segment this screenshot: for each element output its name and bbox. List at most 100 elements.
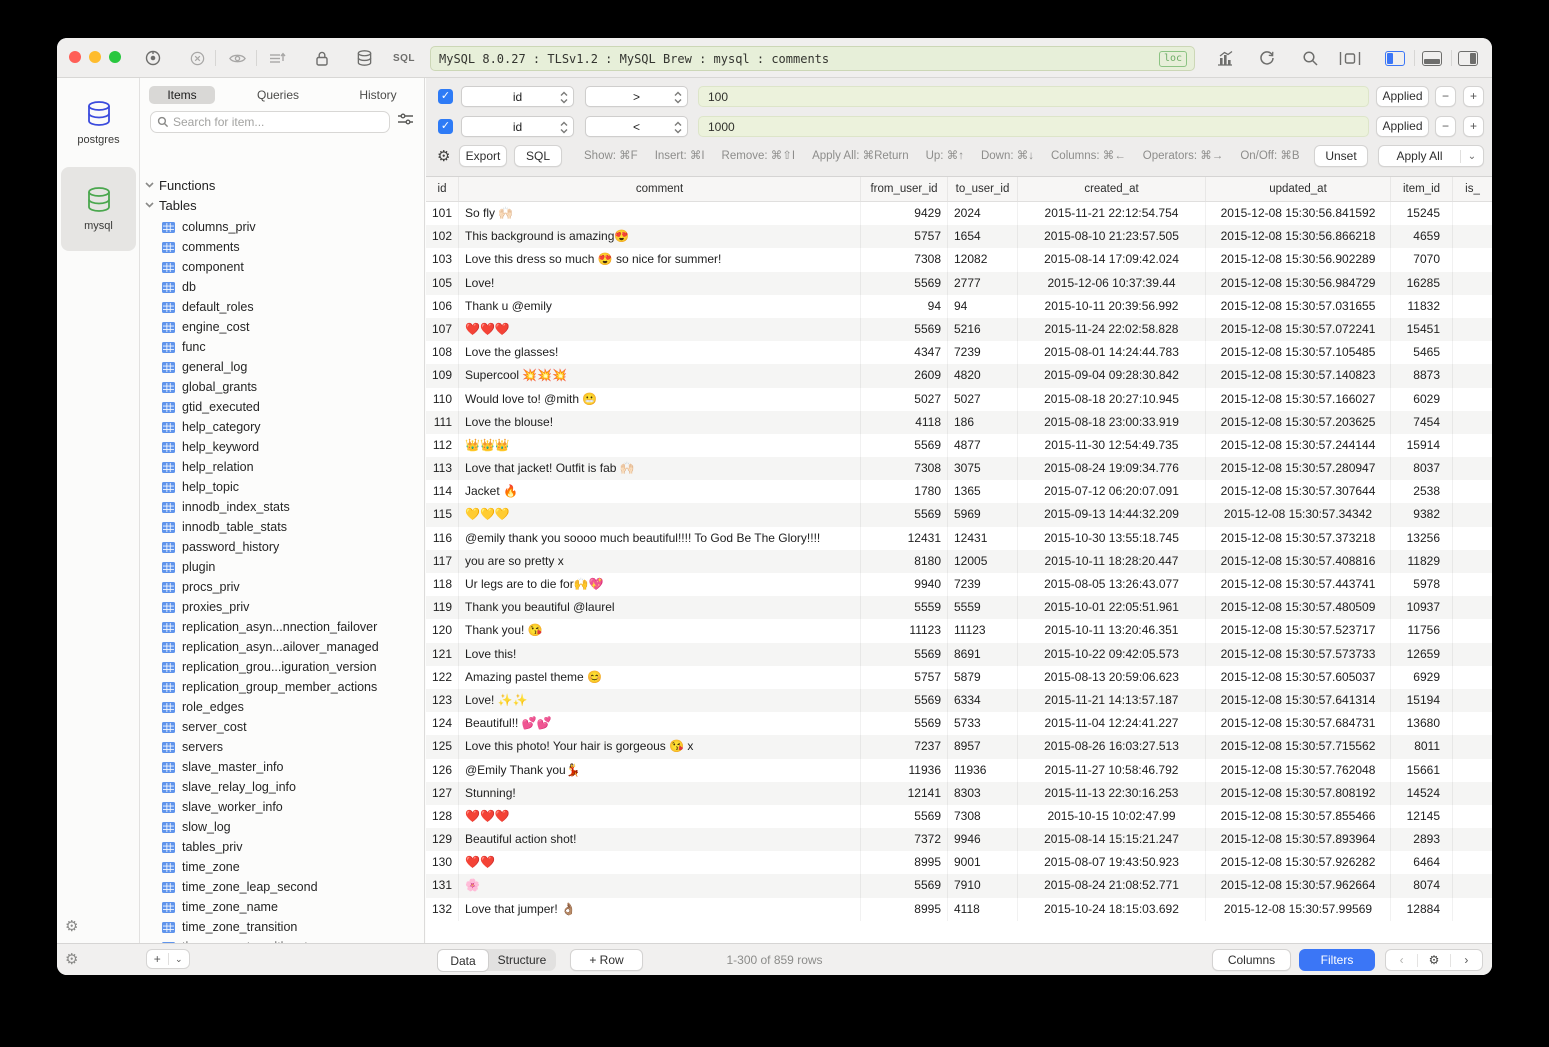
cell-updated_at[interactable]: 2015-12-08 15:30:57.408816 (1206, 550, 1391, 573)
cell-id[interactable]: 112 (426, 434, 459, 457)
cell-from_user_id[interactable]: 7308 (861, 248, 948, 271)
cell-from_user_id[interactable]: 9940 (861, 573, 948, 596)
cell-comment[interactable]: Ur legs are to die for🙌💖 (459, 573, 861, 596)
cell-comment[interactable]: Would love to! @mith 😬 (459, 388, 861, 411)
next-page-button[interactable]: › (1451, 953, 1482, 967)
cell-created_at[interactable]: 2015-10-30 13:55:18.745 (1018, 527, 1206, 550)
cell-to_user_id[interactable]: 12005 (948, 550, 1018, 573)
table-row[interactable]: 130❤️❤️899590012015-08-07 19:43:50.92320… (426, 851, 1492, 874)
sidebar-table-item[interactable]: time_zone (141, 857, 424, 877)
cell-updated_at[interactable]: 2015-12-08 15:30:57.573733 (1206, 643, 1391, 666)
cell-created_at[interactable]: 2015-11-24 22:02:58.828 (1018, 318, 1206, 341)
cell-from_user_id[interactable]: 5569 (861, 318, 948, 341)
cell-id[interactable]: 103 (426, 248, 459, 271)
cell-from_user_id[interactable]: 5569 (861, 874, 948, 897)
cell-created_at[interactable]: 2015-07-12 06:20:07.091 (1018, 480, 1206, 503)
cell-id[interactable]: 120 (426, 619, 459, 642)
cell-to_user_id[interactable]: 7308 (948, 805, 1018, 828)
cell-updated_at[interactable]: 2015-12-08 15:30:56.841592 (1206, 202, 1391, 225)
cell-item_id[interactable]: 12659 (1391, 643, 1453, 666)
filter-checkbox[interactable]: ✓ (438, 119, 453, 134)
column-header-from_user_id[interactable]: from_user_id (861, 177, 948, 201)
cell-updated_at[interactable]: 2015-12-08 15:30:57.605037 (1206, 666, 1391, 689)
page-gear-icon[interactable]: ⚙ (1418, 953, 1449, 967)
sidebar-table-item[interactable]: replication_grou...iguration_version (141, 657, 424, 677)
cell-id[interactable]: 128 (426, 805, 459, 828)
cell-created_at[interactable]: 2015-10-15 10:02:47.99 (1018, 805, 1206, 828)
cell-item_id[interactable]: 4659 (1391, 225, 1453, 248)
cell-comment[interactable]: Thank you! 😘 (459, 619, 861, 642)
cell-created_at[interactable]: 2015-11-21 14:13:57.187 (1018, 689, 1206, 712)
cell-updated_at[interactable]: 2015-12-08 15:30:57.307644 (1206, 480, 1391, 503)
cell-updated_at[interactable]: 2015-12-08 15:30:57.762048 (1206, 759, 1391, 782)
cell-to_user_id[interactable]: 7910 (948, 874, 1018, 897)
cell-comment[interactable]: ❤️❤️❤️ (459, 805, 861, 828)
filters-button[interactable]: Filters (1299, 949, 1375, 971)
cell-created_at[interactable]: 2015-11-13 22:30:16.253 (1018, 782, 1206, 805)
cell-created_at[interactable]: 2015-10-11 18:28:20.447 (1018, 550, 1206, 573)
sidebar-table-item[interactable]: slave_relay_log_info (141, 777, 424, 797)
cell-id[interactable]: 123 (426, 689, 459, 712)
left-panel-icon[interactable] (1384, 47, 1406, 69)
filter-value-input[interactable]: 1000 (698, 116, 1369, 137)
lock-icon[interactable] (311, 47, 333, 69)
sidebar-table-item[interactable]: help_relation (141, 457, 424, 477)
cell-updated_at[interactable]: 2015-12-08 15:30:57.641314 (1206, 689, 1391, 712)
cell-from_user_id[interactable]: 5569 (861, 712, 948, 735)
cell-is_[interactable] (1453, 805, 1492, 828)
cell-id[interactable]: 130 (426, 851, 459, 874)
filter-gear-icon[interactable]: ⚙ (437, 147, 450, 165)
cell-id[interactable]: 111 (426, 411, 459, 434)
cell-created_at[interactable]: 2015-09-13 14:44:32.209 (1018, 503, 1206, 526)
cell-item_id[interactable]: 13256 (1391, 527, 1453, 550)
cell-is_[interactable] (1453, 851, 1492, 874)
cell-updated_at[interactable]: 2015-12-08 15:30:57.99569 (1206, 898, 1391, 921)
column-header-comment[interactable]: comment (459, 177, 861, 201)
unset-button[interactable]: Unset (1314, 145, 1368, 167)
filter-checkbox[interactable]: ✓ (438, 89, 453, 104)
cell-item_id[interactable]: 15245 (1391, 202, 1453, 225)
cell-comment[interactable]: Love that jumper! 👌🏽 (459, 898, 861, 921)
cell-is_[interactable] (1453, 527, 1492, 550)
table-row[interactable]: 109Supercool 💥💥💥260948202015-09-04 09:28… (426, 364, 1492, 387)
cell-id[interactable]: 101 (426, 202, 459, 225)
table-row[interactable]: 112👑👑👑556948772015-11-30 12:54:49.735201… (426, 434, 1492, 457)
cell-id[interactable]: 132 (426, 898, 459, 921)
cell-updated_at[interactable]: 2015-12-08 15:30:57.072241 (1206, 318, 1391, 341)
previous-page-button[interactable]: ‹ (1386, 953, 1417, 967)
cell-created_at[interactable]: 2015-08-01 14:24:44.783 (1018, 341, 1206, 364)
columns-button[interactable]: Columns (1212, 949, 1291, 971)
cell-comment[interactable]: Amazing pastel theme 😊 (459, 666, 861, 689)
minimize-window-button[interactable] (89, 51, 101, 63)
cell-created_at[interactable]: 2015-11-21 22:12:54.754 (1018, 202, 1206, 225)
cell-comment[interactable]: Thank you beautiful @laurel (459, 596, 861, 619)
section-tables[interactable]: Tables (145, 196, 197, 214)
cell-id[interactable]: 109 (426, 364, 459, 387)
cell-from_user_id[interactable]: 94 (861, 295, 948, 318)
cell-updated_at[interactable]: 2015-12-08 15:30:57.855466 (1206, 805, 1391, 828)
cell-id[interactable]: 105 (426, 272, 459, 295)
sidebar-table-item[interactable]: slow_log (141, 817, 424, 837)
sidebar-table-item[interactable]: engine_cost (141, 317, 424, 337)
cell-is_[interactable] (1453, 225, 1492, 248)
cell-id[interactable]: 114 (426, 480, 459, 503)
connection-mysql[interactable]: mysql (61, 167, 136, 251)
cell-to_user_id[interactable]: 11936 (948, 759, 1018, 782)
filter-operator-select[interactable]: > (585, 86, 688, 107)
cell-from_user_id[interactable]: 4347 (861, 341, 948, 364)
cell-is_[interactable] (1453, 457, 1492, 480)
cell-item_id[interactable]: 9382 (1391, 503, 1453, 526)
cell-created_at[interactable]: 2015-08-05 13:26:43.077 (1018, 573, 1206, 596)
table-row[interactable]: 116@emily thank you soooo much beautiful… (426, 527, 1492, 550)
cell-comment[interactable]: Love that jacket! Outfit is fab 🙌🏻 (459, 457, 861, 480)
cell-updated_at[interactable]: 2015-12-08 15:30:57.808192 (1206, 782, 1391, 805)
cell-to_user_id[interactable]: 12082 (948, 248, 1018, 271)
sidebar-table-item[interactable]: time_zone_name (141, 897, 424, 917)
column-header-item_id[interactable]: item_id (1391, 177, 1453, 201)
cell-is_[interactable] (1453, 643, 1492, 666)
export-button[interactable]: Export (459, 145, 507, 167)
cell-created_at[interactable]: 2015-11-27 10:58:46.792 (1018, 759, 1206, 782)
cell-to_user_id[interactable]: 1365 (948, 480, 1018, 503)
cell-updated_at[interactable]: 2015-12-08 15:30:56.902289 (1206, 248, 1391, 271)
table-row[interactable]: 132Love that jumper! 👌🏽899541182015-10-2… (426, 898, 1492, 921)
